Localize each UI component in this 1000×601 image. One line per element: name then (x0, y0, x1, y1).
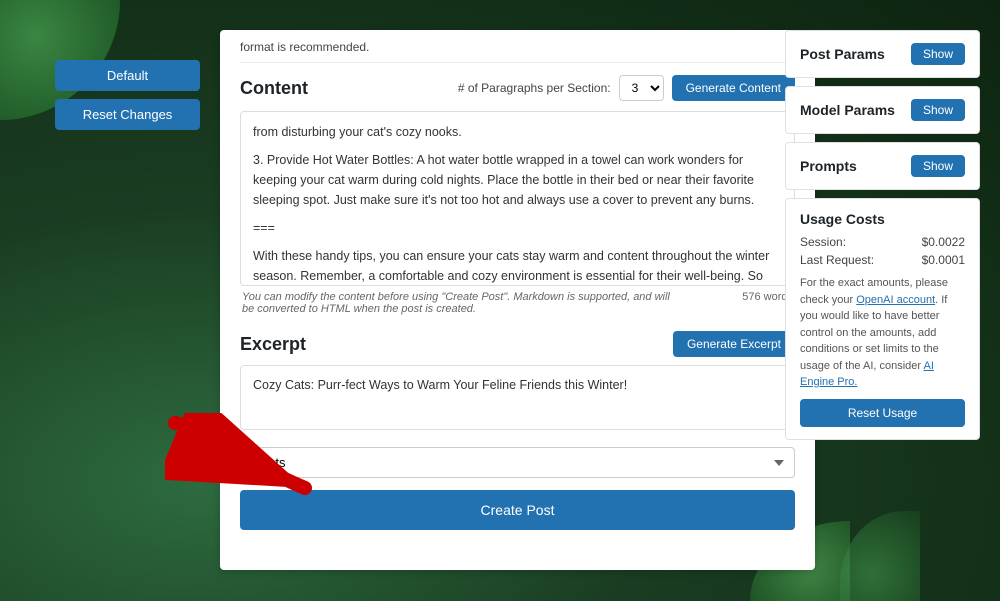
post-params-title: Post Params (800, 46, 885, 62)
main-container: Default Reset Changes format is recommen… (55, 30, 815, 570)
reset-changes-button[interactable]: Reset Changes (55, 99, 200, 130)
content-text-divider: === (253, 218, 782, 238)
last-request-cost-row: Last Request: $0.0001 (800, 253, 965, 267)
post-type-row: Posts Pages (240, 447, 795, 478)
content-controls: # of Paragraphs per Section: 3 1 2 4 5 G… (458, 75, 795, 101)
model-params-show-button[interactable]: Show (911, 99, 965, 121)
model-params-section: Model Params Show (785, 86, 980, 134)
content-title: Content (240, 78, 308, 99)
post-type-select[interactable]: Posts Pages (240, 447, 795, 478)
last-request-label: Last Request: (800, 253, 874, 267)
session-value: $0.0022 (922, 235, 965, 249)
generate-excerpt-button[interactable]: Generate Excerpt (673, 331, 795, 357)
prompts-title: Prompts (800, 158, 857, 174)
create-post-button[interactable]: Create Post (240, 490, 795, 530)
post-params-section: Post Params Show (785, 30, 980, 78)
default-button[interactable]: Default (55, 60, 200, 91)
excerpt-title: Excerpt (240, 334, 306, 355)
format-note: format is recommended. (240, 30, 795, 63)
word-count-row: You can modify the content before using … (240, 291, 795, 315)
content-scroll-area[interactable]: from disturbing your cat's cozy nooks. 3… (240, 111, 795, 286)
excerpt-textarea[interactable]: Cozy Cats: Purr-fect Ways to Warm Your F… (240, 365, 795, 430)
right-panel: Post Params Show Model Params Show Promp… (785, 30, 980, 448)
openai-account-link[interactable]: OpenAI account (856, 294, 935, 306)
content-modification-note: You can modify the content before using … (242, 291, 672, 315)
panel-inner: format is recommended. Content # of Para… (220, 30, 815, 570)
prompts-section: Prompts Show (785, 142, 980, 190)
usage-costs-section: Usage Costs Session: $0.0022 Last Reques… (785, 198, 980, 440)
last-request-value: $0.0001 (922, 253, 965, 267)
content-text-2: 3. Provide Hot Water Bottles: A hot wate… (253, 150, 782, 210)
excerpt-section: Excerpt Generate Excerpt Cozy Cats: Purr… (240, 331, 795, 433)
usage-costs-title: Usage Costs (800, 211, 965, 227)
model-params-header: Model Params Show (800, 99, 965, 121)
sidebar: Default Reset Changes (55, 30, 220, 570)
prompts-header: Prompts Show (800, 155, 965, 177)
prompts-show-button[interactable]: Show (911, 155, 965, 177)
session-label: Session: (800, 235, 846, 249)
post-params-show-button[interactable]: Show (911, 43, 965, 65)
paragraphs-label: # of Paragraphs per Section: (458, 81, 611, 95)
content-section-header: Content # of Paragraphs per Section: 3 1… (240, 75, 795, 101)
reset-usage-button[interactable]: Reset Usage (800, 399, 965, 427)
content-text-3: With these handy tips, you can ensure yo… (253, 246, 782, 286)
cost-note: For the exact amounts, please check your… (800, 275, 965, 391)
post-params-header: Post Params Show (800, 43, 965, 65)
model-params-title: Model Params (800, 102, 895, 118)
content-text-1: from disturbing your cat's cozy nooks. (253, 122, 782, 142)
generate-content-button[interactable]: Generate Content (672, 75, 795, 101)
content-panel: format is recommended. Content # of Para… (220, 30, 815, 570)
paragraphs-select[interactable]: 3 1 2 4 5 (619, 75, 664, 101)
ai-engine-pro-link[interactable]: AI Engine Pro. (800, 360, 934, 389)
session-cost-row: Session: $0.0022 (800, 235, 965, 249)
excerpt-header: Excerpt Generate Excerpt (240, 331, 795, 357)
